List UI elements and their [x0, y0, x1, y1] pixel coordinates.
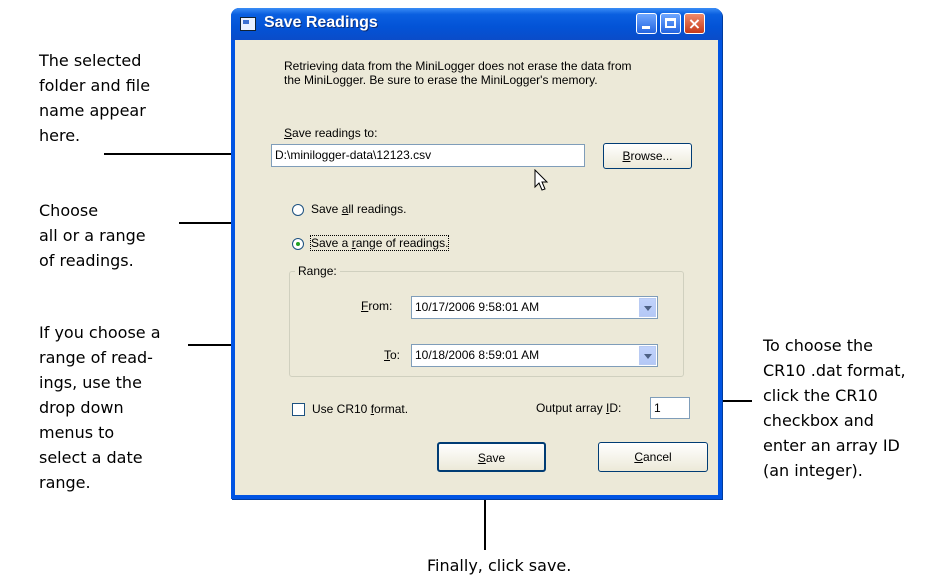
to-label: To: [384, 348, 401, 362]
save-readings-dialog: Save Readings × Retrieving data from the… [231, 8, 722, 499]
radio-save-range-label[interactable]: Save a range of readings. [309, 235, 450, 251]
to-date-value: 10/18/2006 8:59:01 AM [415, 348, 540, 362]
close-icon[interactable]: × [684, 13, 705, 34]
radio-save-range[interactable] [292, 238, 304, 250]
save-path-input[interactable]: D:\minilogger-data\12123.csv [271, 144, 585, 167]
range-group-label: Range: [295, 264, 340, 278]
radio-save-all-label[interactable]: Save all readings. [311, 202, 406, 216]
browse-button[interactable]: Browse... [603, 143, 692, 169]
dialog-body: Retrieving data from the MiniLogger does… [235, 40, 718, 495]
callout-cr10: To choose the CR10 .dat format, click th… [763, 336, 906, 480]
dropdown-arrow-icon[interactable] [639, 298, 656, 317]
callout-folder: The selected folder and file name appear… [39, 51, 151, 145]
callout-save: Finally, click save. [427, 556, 572, 575]
radio-save-all[interactable] [292, 204, 304, 216]
to-date-dropdown[interactable]: 10/18/2006 8:59:01 AM [411, 344, 658, 367]
cancel-button[interactable]: Cancel [598, 442, 708, 472]
dropdown-arrow-icon[interactable] [639, 346, 656, 365]
save-to-label: Save readings to: [284, 126, 378, 140]
callout-range: Choose all or a range of readings. [39, 201, 146, 270]
cr10-checkbox[interactable] [292, 403, 305, 416]
minimize-icon[interactable] [636, 13, 657, 34]
info-text: Retrieving data from the MiniLogger does… [284, 59, 632, 87]
from-date-value: 10/17/2006 9:58:01 AM [415, 300, 540, 314]
dialog-title: Save Readings [264, 14, 378, 31]
array-id-label: Output array ID: [536, 401, 622, 415]
callout-dropdown: If you choose a range of read- ings, use… [39, 323, 161, 492]
save-button[interactable]: Save [437, 442, 546, 472]
from-label: From: [361, 299, 393, 313]
from-date-dropdown[interactable]: 10/17/2006 9:58:01 AM [411, 296, 658, 319]
array-id-input[interactable]: 1 [650, 397, 690, 419]
window-icon [240, 17, 256, 31]
cr10-label[interactable]: Use CR10 format. [312, 402, 408, 416]
maximize-icon[interactable] [660, 13, 681, 34]
mouse-cursor-icon [534, 169, 549, 191]
title-bar[interactable]: Save Readings × [231, 8, 722, 40]
